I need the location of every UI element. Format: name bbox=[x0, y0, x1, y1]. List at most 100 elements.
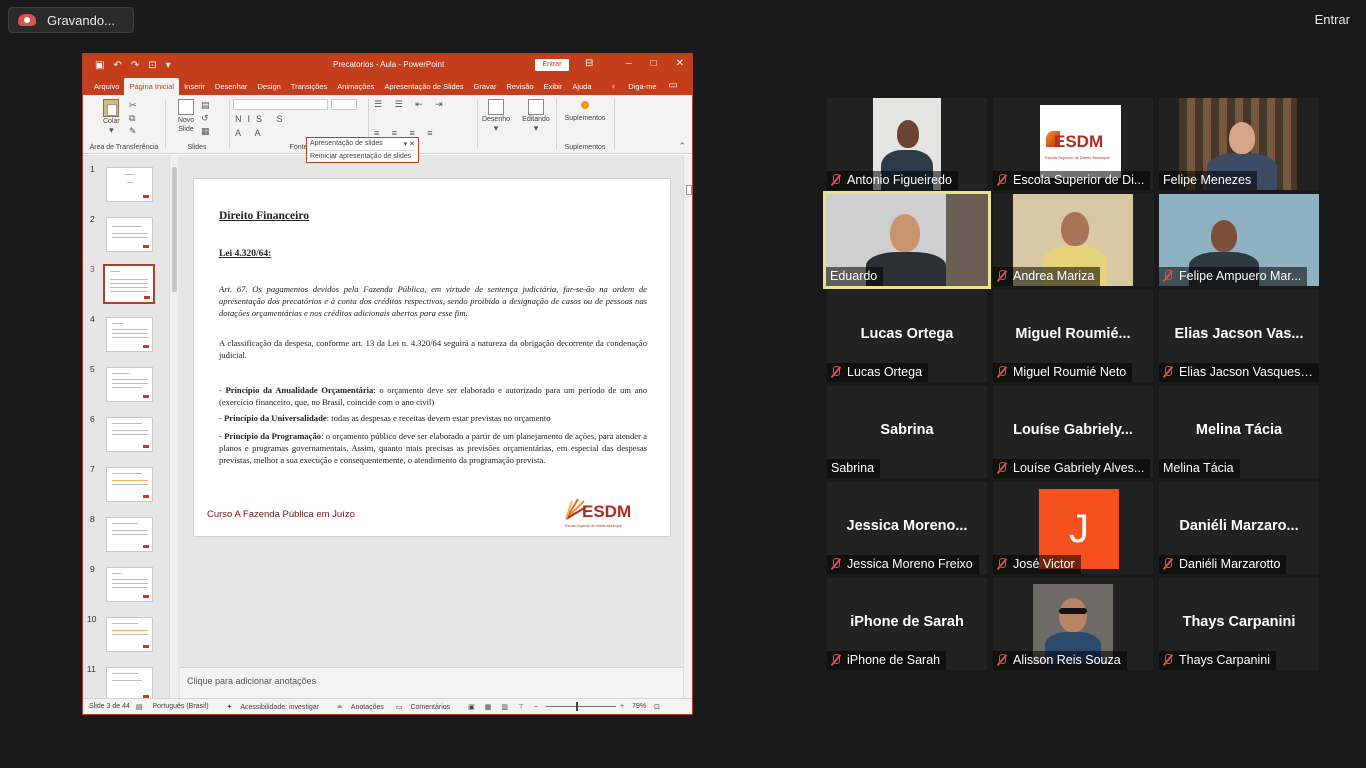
participant-tile[interactable]: Jessica Moreno... Jessica Moreno Freixo bbox=[827, 482, 987, 574]
participant-tile[interactable]: ESDM Escola Superior de Direito Municipa… bbox=[993, 98, 1153, 190]
slide-thumbnail[interactable]: 6 bbox=[83, 414, 173, 464]
participant-tile-active-speaker[interactable]: Eduardo bbox=[823, 191, 991, 289]
slide-thumbnail[interactable]: 8 bbox=[83, 514, 173, 564]
zoom-slider[interactable] bbox=[546, 702, 617, 711]
start-slideshow-icon[interactable]: ⊡ bbox=[148, 60, 156, 71]
comments-toggle[interactable]: ▭ Comentários bbox=[390, 703, 450, 711]
font-family-input[interactable] bbox=[233, 99, 328, 110]
participant-tile[interactable]: Daniéli Marzaro... Daniéli Marzarotto bbox=[1159, 482, 1319, 574]
participant-tile[interactable]: Lucas Ortega Lucas Ortega bbox=[827, 290, 987, 382]
participant-tile[interactable]: Thays Carpanini Thays Carpanini bbox=[1159, 578, 1319, 670]
redo-icon[interactable]: ↷ bbox=[131, 60, 139, 71]
collapse-ribbon-icon[interactable]: ⌃ bbox=[678, 141, 686, 152]
slide-thumbnail[interactable]: 10 bbox=[83, 614, 173, 664]
save-icon[interactable]: ▣ bbox=[95, 60, 104, 71]
participant-tile[interactable]: J José Victor bbox=[993, 482, 1153, 574]
slide-thumbnail[interactable]: 11 bbox=[83, 664, 173, 700]
zoom-level[interactable]: 79% bbox=[632, 703, 646, 710]
close-popup-icon[interactable]: ▾ ✕ bbox=[404, 140, 415, 148]
tab-design[interactable]: Design bbox=[252, 82, 285, 95]
layout-icon[interactable]: ▤ bbox=[201, 99, 210, 112]
minimize-icon[interactable]: – bbox=[626, 58, 632, 69]
participant-tile[interactable]: Andrea Mariza bbox=[993, 194, 1153, 286]
thumbnail-number: 2 bbox=[90, 214, 95, 224]
thumbnails-scrollbar[interactable] bbox=[169, 155, 178, 700]
language-status[interactable]: Português (Brasil) bbox=[153, 703, 209, 710]
esdm-logo-text: ESDM bbox=[582, 502, 632, 521]
editing-button[interactable]: Editando ▾ bbox=[519, 97, 553, 152]
slide-thumbnail[interactable]: 1 bbox=[83, 164, 173, 214]
participant-tile[interactable]: Alisson Reis Souza bbox=[993, 578, 1153, 670]
tab-animacoes[interactable]: Animações bbox=[332, 82, 379, 95]
slideshow-popup[interactable]: Apresentação de slides ▾ ✕ Reiniciar apr… bbox=[306, 137, 419, 163]
tab-ajuda[interactable]: Ajuda bbox=[567, 82, 596, 95]
tab-inserir[interactable]: Inserir bbox=[179, 82, 210, 95]
participant-tile[interactable]: Sabrina Sabrina bbox=[827, 386, 987, 478]
participant-center-name: Melina Tácia bbox=[1195, 422, 1283, 438]
comments-icon[interactable]: ▭ bbox=[664, 80, 683, 95]
customize-toolbar-icon[interactable]: ▾ bbox=[166, 60, 171, 71]
fit-slide-icon[interactable]: ⊡ bbox=[654, 703, 660, 711]
font-color-buttons[interactable]: A A bbox=[235, 128, 267, 138]
drawing-button[interactable]: Desenho ▾ bbox=[479, 97, 513, 152]
list-buttons[interactable]: ☰ ☰ ⇤ ⇥ bbox=[374, 99, 448, 110]
tell-me-search[interactable]: ♀ Diga-me bbox=[597, 82, 667, 95]
maximize-icon[interactable]: □ bbox=[651, 58, 657, 69]
font-size-input[interactable] bbox=[331, 99, 357, 110]
font-format-buttons[interactable]: NIS S bbox=[235, 114, 289, 124]
slide-thumbnail[interactable]: 4 bbox=[83, 314, 173, 364]
tab-apresentacao[interactable]: Apresentação de Slides bbox=[379, 82, 468, 95]
slide-thumbnail[interactable]: 9 bbox=[83, 564, 173, 614]
tab-exibir[interactable]: Exibir bbox=[539, 82, 568, 95]
tab-arquivo[interactable]: Arquivo bbox=[89, 82, 124, 95]
addins-button[interactable]: Suplementos bbox=[559, 115, 611, 122]
tab-pagina-inicial[interactable]: Página Inicial bbox=[124, 78, 180, 95]
tab-transicoes[interactable]: Transições bbox=[286, 82, 332, 95]
close-icon[interactable]: ✕ bbox=[676, 58, 684, 69]
join-button[interactable]: Entrar bbox=[1315, 12, 1350, 27]
slide-thumbnail[interactable]: 7 bbox=[83, 464, 173, 514]
cut-icon[interactable]: ✂ bbox=[129, 99, 137, 112]
recording-indicator[interactable]: Gravando... bbox=[8, 7, 134, 33]
spellcheck-icon[interactable]: ▤ bbox=[136, 703, 143, 711]
accessibility-status[interactable]: ✦ Acessibilidade: investigar bbox=[221, 703, 319, 711]
participant-tile[interactable]: Miguel Roumié... Miguel Roumié Neto bbox=[993, 290, 1153, 382]
thumbnail-number: 3 bbox=[90, 264, 95, 274]
thumbnail-number: 5 bbox=[90, 364, 95, 374]
participant-tile[interactable]: Elias Jacson Vas... Elias Jacson Vasques… bbox=[1159, 290, 1319, 382]
paste-button[interactable]: Colar ▾ bbox=[103, 97, 120, 136]
slideshow-view-icon[interactable]: ⊤ bbox=[518, 703, 524, 711]
reset-icon[interactable]: ↺ bbox=[201, 112, 210, 125]
slide-thumbnail[interactable]: 5 bbox=[83, 364, 173, 414]
ribbon-display-icon[interactable]: ⊟ bbox=[585, 58, 593, 69]
participant-tile[interactable]: Felipe Menezes bbox=[1159, 98, 1319, 190]
participant-tile[interactable]: Felipe Ampuero Mar... bbox=[1159, 194, 1319, 286]
notes-toggle[interactable]: ≐ Anotações bbox=[331, 703, 384, 711]
participant-tile[interactable]: Louíse Gabriely... Louíse Gabriely Alves… bbox=[993, 386, 1153, 478]
participant-tile[interactable]: Antonio Figueiredo bbox=[827, 98, 987, 190]
sorter-view-icon[interactable]: ▦ bbox=[485, 703, 492, 711]
tab-desenhar[interactable]: Desenhar bbox=[210, 82, 253, 95]
slide-thumbnail[interactable]: 2 bbox=[83, 214, 173, 264]
copy-icon[interactable]: ⧉ bbox=[129, 112, 137, 125]
ppt-sign-in-button[interactable]: Entrar bbox=[535, 59, 569, 71]
tab-gravar[interactable]: Gravar bbox=[469, 82, 502, 95]
zoom-out-icon[interactable]: – bbox=[534, 703, 538, 710]
notes-pane[interactable]: Clique para adicionar anotações bbox=[180, 667, 683, 700]
restart-slideshow-item[interactable]: Reiniciar apresentação de slides bbox=[310, 153, 415, 160]
participant-name: José Victor bbox=[993, 555, 1081, 574]
tab-revisao[interactable]: Revisão bbox=[501, 82, 538, 95]
new-slide-button[interactable]: Novo Slide bbox=[175, 97, 197, 134]
mic-muted-icon bbox=[831, 654, 841, 666]
participant-tile[interactable]: iPhone de Sarah iPhone de Sarah bbox=[827, 578, 987, 670]
participant-tile[interactable]: Melina Tácia Melina Tácia bbox=[1159, 386, 1319, 478]
section-icon[interactable]: ▦ bbox=[201, 125, 210, 138]
normal-view-icon[interactable]: ▣ bbox=[468, 703, 475, 711]
reading-view-icon[interactable]: ▥ bbox=[501, 703, 508, 711]
current-slide[interactable]: Direito Financeiro Lei 4.320/64: Art. 67… bbox=[193, 178, 671, 537]
format-painter-icon[interactable]: ✎ bbox=[129, 125, 137, 138]
undo-icon[interactable]: ↶ bbox=[113, 60, 121, 71]
slide-thumbnail-current[interactable]: 3 bbox=[83, 264, 173, 314]
slide-scrollbar[interactable] bbox=[683, 155, 692, 700]
zoom-in-icon[interactable]: + bbox=[620, 703, 624, 710]
